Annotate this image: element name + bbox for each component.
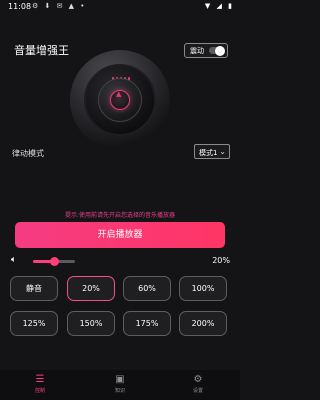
notification-icons: ⚙ ⬇ ✉ ▲ • (32, 2, 87, 10)
vibrate-switch-knob (215, 46, 225, 56)
nav-item-control[interactable]: ☰ 控制 (20, 373, 60, 394)
volume-slider-thumb[interactable] (49, 257, 59, 266)
volume-knob[interactable]: ▲ (70, 50, 170, 150)
hint-text: 提示:使用前请先开启您选择的音乐播放器 (64, 212, 176, 219)
preset-button-175[interactable]: 175% (123, 311, 171, 336)
bottom-nav: ☰ 控制 ▣ 知识 ⚙ 设置 (0, 370, 240, 400)
chevron-down-icon: ⌄ (219, 147, 226, 156)
nav-label-control: 控制 (34, 388, 45, 394)
status-time: 11:08 (8, 2, 32, 11)
mode-select-value: 模式1 (199, 149, 218, 157)
preset-button-200[interactable]: 200% (179, 311, 227, 336)
nav-label-knowledge: 知识 (114, 388, 125, 394)
status-bar: 11:08 ⚙ ⬇ ✉ ▲ • ▼ ◢ ▮ (0, 0, 240, 14)
vibrate-label: 震动 (190, 47, 204, 55)
preset-button-60[interactable]: 60% (123, 276, 171, 301)
volume-icon: 🔈︎ (11, 255, 17, 265)
settings-icon: ⚙ (193, 374, 203, 385)
nav-item-settings[interactable]: ⚙ 设置 (178, 373, 218, 394)
start-player-button[interactable]: 开启播放器 (15, 222, 225, 248)
volume-slider[interactable] (33, 257, 75, 266)
preset-button-150[interactable]: 150% (67, 311, 115, 336)
rhythm-mode-label: 律动模式 (12, 149, 44, 158)
nav-item-knowledge[interactable]: ▣ 知识 (100, 373, 140, 394)
system-status-icons: ▼ ◢ ▮ (204, 2, 234, 10)
volume-value: 20% (212, 256, 230, 265)
preset-button-125[interactable]: 125% (10, 311, 58, 336)
preset-button-100[interactable]: 100% (179, 276, 227, 301)
knob-indicator-icon: ▲ (116, 90, 122, 98)
book-icon: ▣ (115, 374, 125, 385)
equalizer-icon: ☰ (35, 374, 45, 385)
app-title: 音量增强王 (14, 44, 69, 57)
rhythm-mode-select[interactable]: 模式1 ⌄ (194, 144, 230, 159)
preset-button-mute[interactable]: 静音 (10, 276, 58, 301)
preset-button-20[interactable]: 20% (67, 276, 115, 301)
nav-label-settings: 设置 (192, 388, 203, 394)
vibrate-toggle[interactable]: 震动 (184, 43, 228, 58)
